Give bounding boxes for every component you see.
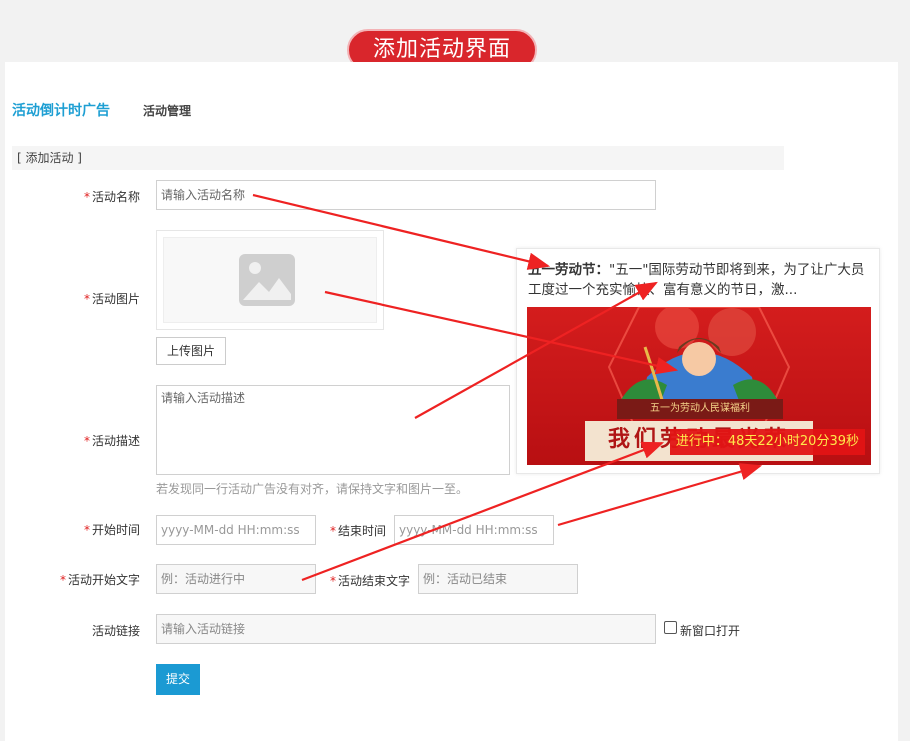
preview-title: 五一劳动节： xyxy=(528,262,609,278)
activity-preview-card: 五一劳动节："五一"国际劳动节即将到来，为了让广大员工度过一个充实愉快、富有意义… xyxy=(516,248,880,474)
countdown-badge: 进行中：48天22小时20分39秒 xyxy=(669,429,865,455)
end-time-input[interactable]: yyyy-MM-dd HH:mm:ss xyxy=(394,515,554,545)
start-text-label: * 活动开始文字 xyxy=(59,573,140,587)
description-textarea[interactable]: 请输入活动描述 xyxy=(156,385,510,475)
start-time-label: * 开始时间 xyxy=(83,523,140,537)
new-window-checkbox[interactable] xyxy=(664,621,677,634)
poster-caption: 五一为劳动人民谋福利 xyxy=(650,403,750,414)
preview-text: 五一劳动节："五一"国际劳动节即将到来，为了让广大员工度过一个充实愉快、富有意义… xyxy=(528,260,874,300)
image-label: * 活动图片 xyxy=(83,292,140,306)
activity-link-input[interactable]: 请输入活动链接 xyxy=(156,614,656,644)
end-text-input[interactable]: 例：活动已结束 xyxy=(418,564,578,594)
section-title: [ 添加活动 ] xyxy=(12,146,784,170)
activity-name-input[interactable]: 请输入活动名称 xyxy=(156,180,656,210)
submit-button[interactable]: 提交 xyxy=(156,664,200,695)
tab-activity-management[interactable]: 活动管理 xyxy=(143,102,191,119)
tab-countdown-ads[interactable]: 活动倒计时广告 xyxy=(12,100,110,120)
upload-image-button[interactable]: 上传图片 xyxy=(156,337,226,365)
name-label: * 活动名称 xyxy=(83,190,140,204)
image-preview-box[interactable] xyxy=(156,230,384,330)
end-text-label: * 活动结束文字 xyxy=(329,574,410,588)
image-placeholder-icon xyxy=(239,254,295,306)
new-window-label: 新窗口打开 xyxy=(680,624,741,638)
activity-poster-image: 五一为劳动人民谋福利 我们劳动最光荣 进行中：48天22小时20分39秒 xyxy=(527,307,871,465)
description-hint: 若发现同一行活动广告没有对齐，请保持文字和图片一至。 xyxy=(156,482,469,496)
description-label: * 活动描述 xyxy=(83,434,140,448)
link-label: 活动链接 xyxy=(91,624,140,638)
end-time-label: * 结束时间 xyxy=(329,524,386,538)
